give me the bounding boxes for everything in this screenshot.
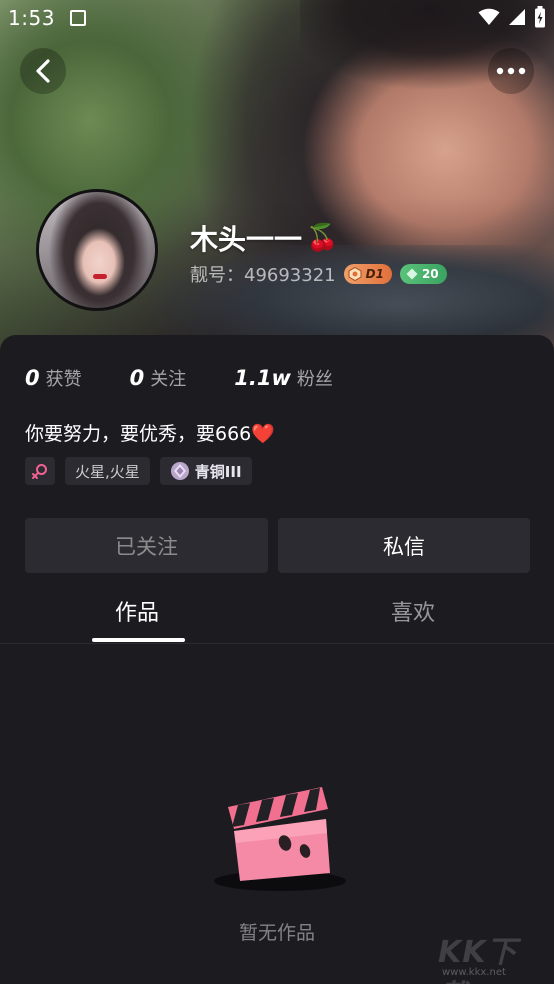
bio: 你要努力，要优秀，要666❤️ — [25, 419, 275, 446]
cherry-emoji: 🍒 — [306, 223, 339, 253]
diamond-icon — [406, 268, 418, 280]
hexagon-icon — [348, 267, 362, 281]
stat-following[interactable]: 0 关注 — [130, 365, 187, 391]
message-button[interactable]: 私信 — [278, 518, 530, 573]
bio-text: 你要努力，要优秀，要666 — [25, 423, 252, 445]
status-bar: 1:53 — [0, 0, 554, 36]
stat-label: 关注 — [150, 369, 187, 390]
watermark: KK下载 www.kkx.net — [438, 927, 548, 984]
more-horizontal-icon — [496, 67, 526, 75]
more-button[interactable] — [488, 48, 534, 94]
avatar-detail — [93, 274, 107, 279]
user-id: 靓号：49693321 — [190, 265, 336, 286]
stat-value: 0 — [129, 366, 145, 390]
signal-icon — [509, 9, 525, 25]
id-row: 靓号：49693321 D1 20 — [190, 261, 447, 287]
action-buttons: 已关注 私信 — [25, 518, 530, 573]
tab-works[interactable]: 作品 — [115, 595, 159, 627]
sim-icon — [70, 10, 86, 26]
nickname-row: 木头一一 🍒 — [190, 218, 338, 258]
gender-tag — [25, 457, 55, 485]
stat-followers[interactable]: 1.1w 粉丝 — [234, 365, 333, 391]
stat-label: 获赞 — [45, 369, 82, 390]
followed-button[interactable]: 已关注 — [25, 518, 268, 573]
content-tabs: 作品 喜欢 — [0, 587, 554, 644]
location-tag: 火星,火星 — [65, 457, 150, 485]
level-badge[interactable]: D1 — [343, 264, 392, 284]
female-icon — [32, 464, 47, 479]
profile-card: 0 获赞 0 关注 1.1w 粉丝 你要努力，要优秀，要666❤️ 火星,火星 … — [0, 335, 554, 984]
wifi-icon — [478, 8, 500, 25]
gem-badge[interactable]: 20 — [399, 264, 447, 284]
heart-emoji: ❤️ — [251, 423, 275, 445]
stat-likes[interactable]: 0 获赞 — [25, 365, 82, 391]
level-badge-text: D1 — [365, 267, 384, 281]
location-text: 火星,火星 — [75, 462, 140, 481]
back-button[interactable] — [20, 48, 66, 94]
tab-likes[interactable]: 喜欢 — [391, 595, 435, 627]
rank-tag[interactable]: 青铜III — [159, 457, 252, 485]
avatar[interactable] — [36, 189, 158, 311]
status-icons — [478, 6, 546, 28]
watermark-url: www.kkx.net — [442, 967, 506, 978]
rank-text: 青铜III — [194, 462, 242, 481]
tags-row: 火星,火星 青铜III — [25, 457, 252, 485]
stats-row: 0 获赞 0 关注 1.1w 粉丝 — [25, 365, 381, 395]
stat-value: 0 — [25, 366, 40, 390]
tab-indicator — [92, 638, 185, 642]
gem-badge-text: 20 — [421, 267, 439, 281]
nickname: 木头一一 — [190, 223, 303, 256]
stat-value: 1.1w — [234, 366, 291, 390]
profile-screen: 1:53 木头一一 🍒 靓号：49693321 D1 20 0 获赞 0 关注 … — [0, 0, 554, 984]
status-time: 1:53 — [8, 6, 55, 30]
clapperboard-icon — [214, 787, 346, 891]
stat-label: 粉丝 — [296, 369, 333, 390]
chevron-left-icon — [36, 59, 50, 83]
rank-medal-icon — [170, 462, 189, 480]
battery-icon — [535, 6, 545, 28]
